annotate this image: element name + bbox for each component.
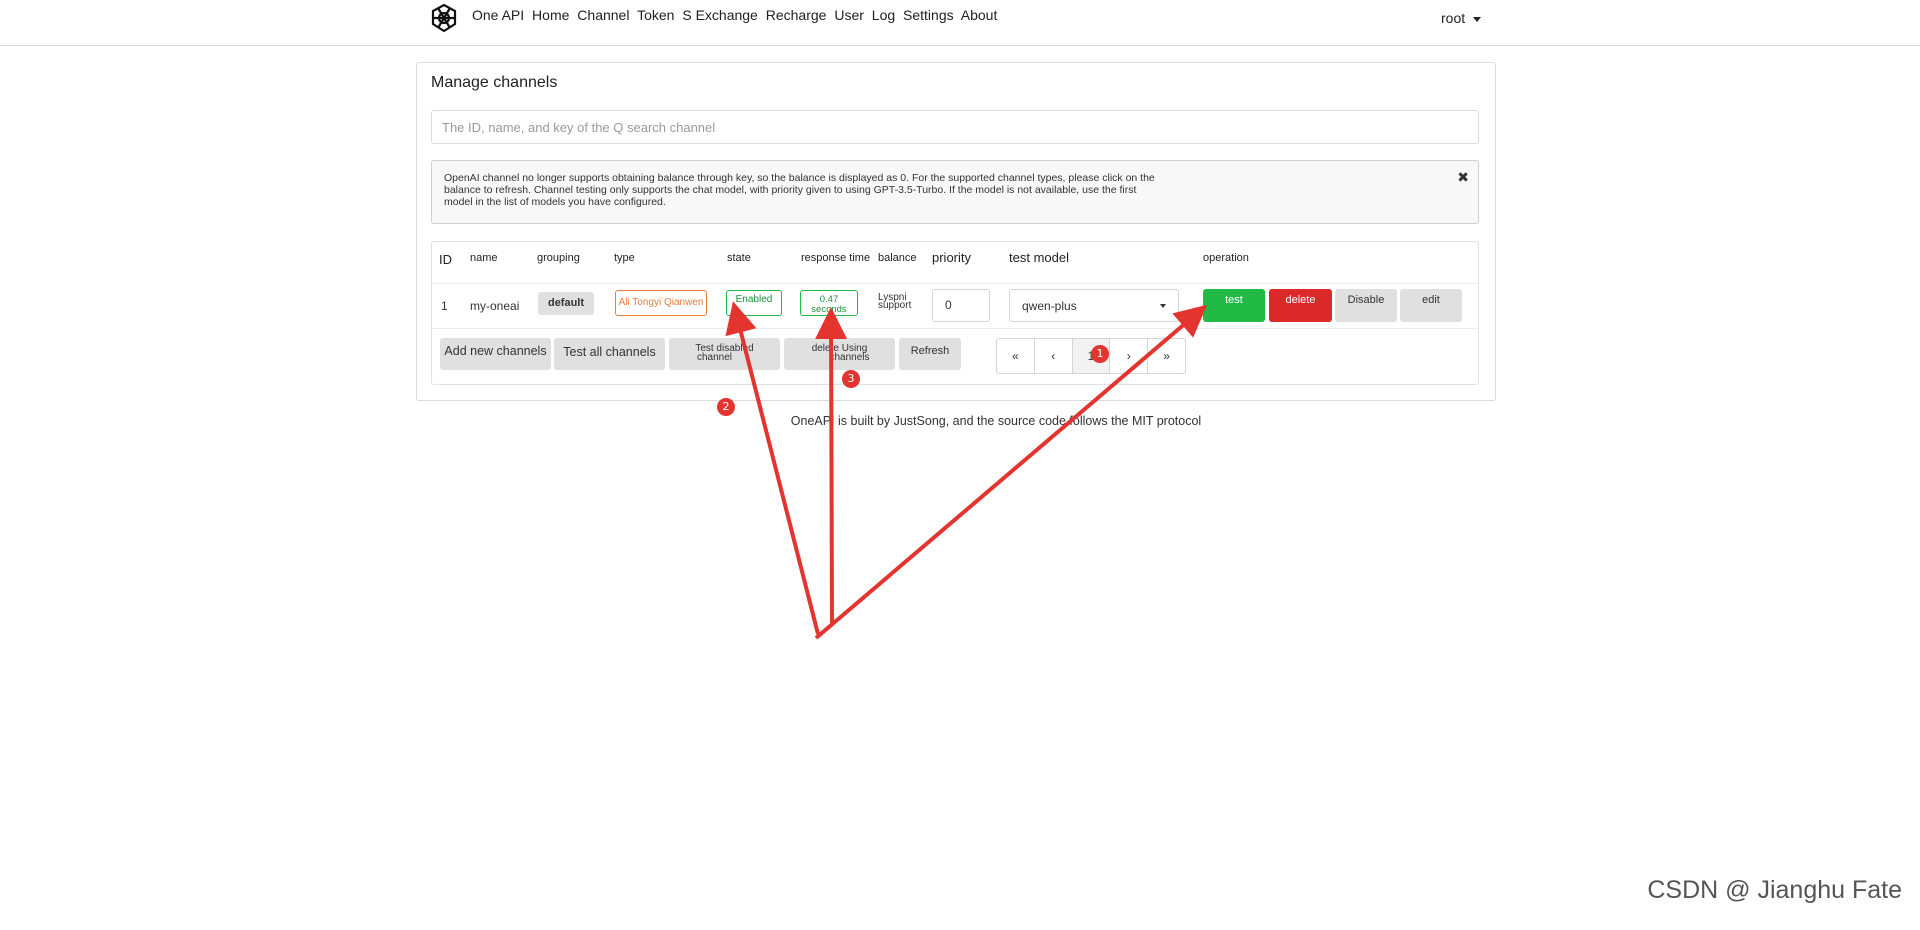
divider [432,283,1478,284]
header-name[interactable]: name [470,252,498,264]
test-disabled-label-2: channel [696,352,733,363]
user-menu[interactable]: root [1441,10,1482,26]
page-title: Manage channels [431,74,558,91]
test-model-value: qwen-plus [1022,299,1077,313]
nav-log[interactable]: Log [872,7,895,23]
username: root [1441,10,1466,26]
annotation-badge-1: 1 [1091,345,1109,363]
nav-about[interactable]: About [961,7,998,23]
next-page-button[interactable]: › [1110,339,1149,373]
header-response-time[interactable]: response time [801,252,870,264]
cell-id: 1 [441,299,448,313]
watermark: CSDN @ Jianghu Fate [1647,876,1902,904]
edit-button[interactable]: edit [1400,289,1462,322]
footer-text: OneAPI is built by JustSong, and the sou… [790,414,1202,428]
state-badge: Enabled [726,290,782,316]
nav-token[interactable]: Token [637,7,674,23]
header-priority[interactable]: priority [932,250,971,265]
cell-name: my-oneai [470,299,520,313]
nav-exchange[interactable]: S Exchange [682,7,758,23]
add-channel-button[interactable]: Add new channels [440,338,551,370]
header-state[interactable]: state [727,252,751,264]
disable-button[interactable]: Disable [1335,289,1397,322]
test-button[interactable]: test [1203,289,1265,322]
group-badge: default [538,292,594,315]
close-icon[interactable]: ✖ [1457,170,1469,184]
delete-disabled-button[interactable]: delete Using channels [784,338,895,370]
manage-channels-card: Manage channels OpenAI channel no longer… [416,62,1496,401]
nav-recharge[interactable]: Recharge [766,7,827,23]
header-type[interactable]: type [614,252,635,264]
delete-disabled-label-3: channels [829,352,870,363]
info-notice: OpenAI channel no longer supports obtain… [431,160,1479,224]
openai-logo-icon[interactable] [427,1,461,35]
state-text: Enabled [735,294,773,305]
top-navbar: One API Home Channel Token S Exchange Re… [0,0,1920,46]
nav-settings[interactable]: Settings [903,7,954,23]
divider [432,328,1478,329]
priority-input[interactable]: 0 [932,289,990,322]
nav-user[interactable]: User [834,7,864,23]
response-time-unit: seconds [811,304,847,315]
last-page-button[interactable]: » [1148,339,1185,373]
header-id[interactable]: ID [439,252,452,267]
annotation-badge-3: 3 [842,370,860,388]
notice-text: OpenAI channel no longer supports obtain… [444,172,1155,208]
nav-channel[interactable]: Channel [577,7,629,23]
channels-table: ID name grouping type state response tim… [431,241,1479,385]
header-balance[interactable]: balance [878,252,917,264]
header-grouping[interactable]: grouping [537,252,580,264]
delete-button[interactable]: delete [1269,289,1332,322]
nav-links: One API Home Channel Token S Exchange Re… [472,7,1001,23]
annotation-badge-2: 2 [717,398,735,416]
refresh-button[interactable]: Refresh [899,338,961,370]
header-test-model[interactable]: test model [1009,250,1069,265]
response-time-badge[interactable]: 0.47 seconds [800,290,858,316]
balance-text-2: support [878,300,912,311]
test-disabled-button[interactable]: Test disabled channel [669,338,780,370]
balance-cell[interactable]: Lyspni support [878,293,912,311]
first-page-button[interactable]: « [997,339,1035,373]
search-input[interactable] [431,110,1479,144]
header-operation: operation [1203,252,1249,264]
test-model-select[interactable]: qwen-plus [1009,289,1179,322]
nav-home[interactable]: Home [532,7,569,23]
chevron-down-icon [1473,16,1482,22]
nav-brand[interactable]: One API [472,7,524,23]
chevron-down-icon [1160,304,1166,308]
prev-page-button[interactable]: ‹ [1035,339,1073,373]
type-tag: Ali Tongyi Qianwen [615,290,707,316]
